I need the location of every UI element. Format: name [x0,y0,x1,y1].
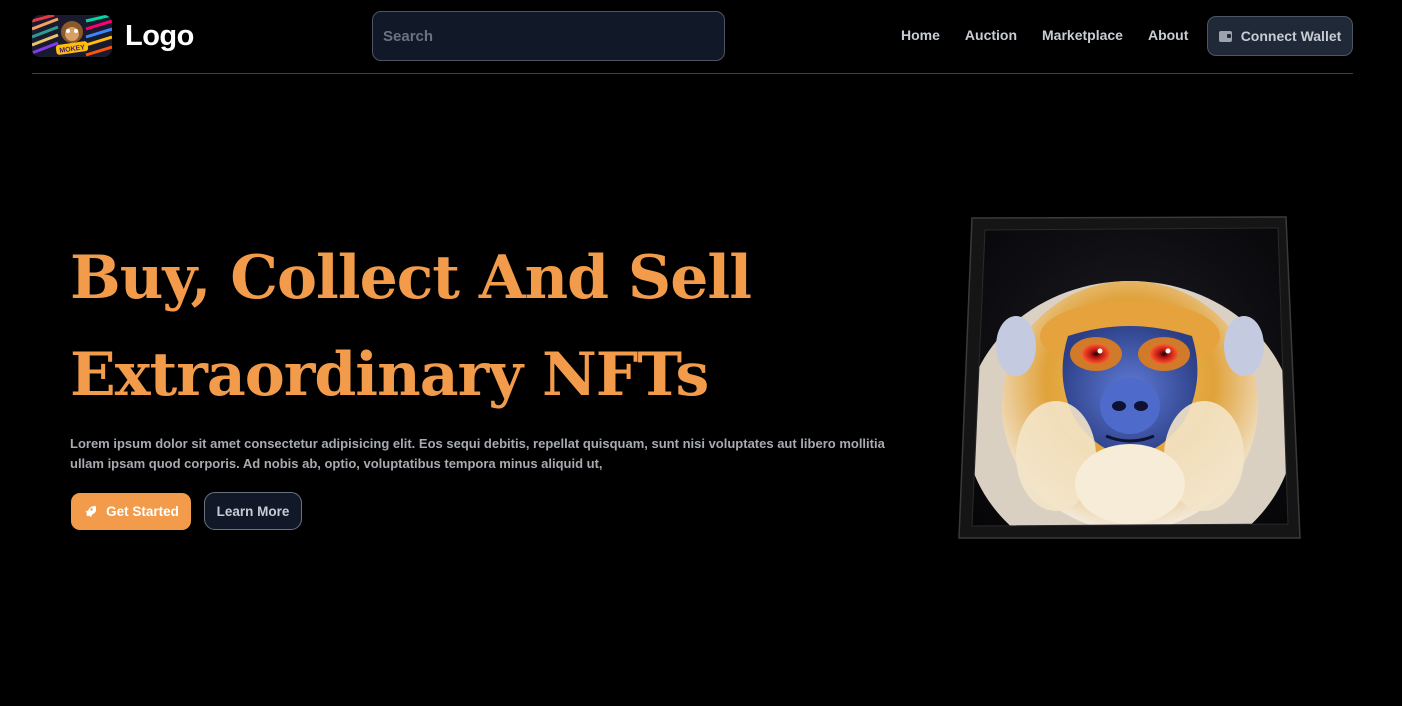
rocket-icon [85,505,97,518]
search-input[interactable] [372,11,725,61]
connect-wallet-label: Connect Wallet [1240,28,1342,44]
nft-card[interactable] [958,216,1301,540]
hero-title: Buy, Collect And Sell Extraordinary NFTs [70,230,770,424]
hero-description-line-1: Lorem ipsum dolor sit amet consectetur a… [70,436,885,451]
main-nav: Home Auction Marketplace About [901,27,1188,43]
learn-more-label: Learn More [216,503,290,519]
wallet-icon [1218,30,1232,42]
hero-description: Lorem ipsum dolor sit amet consectetur a… [70,434,900,474]
nav-marketplace[interactable]: Marketplace [1042,27,1123,43]
site-header: MOKEY Logo Home Auction Marketplace Abou… [32,0,1353,74]
nft-card-image [958,216,1301,539]
logo[interactable]: MOKEY Logo [32,15,194,57]
logo-badge-image: MOKEY [32,15,112,57]
get-started-label: Get Started [106,504,179,519]
learn-more-button[interactable]: Learn More [204,492,302,530]
hero-title-line-2: Extraordinary NFTs [70,340,709,410]
nav-about[interactable]: About [1148,27,1188,43]
logo-text: Logo [125,19,194,52]
nav-auction[interactable]: Auction [965,27,1017,43]
hero-description-line-2: ullam ipsam quod corporis. Ad nobis ab, … [70,456,603,471]
get-started-button[interactable]: Get Started [71,493,191,530]
nav-home[interactable]: Home [901,27,940,43]
connect-wallet-button[interactable]: Connect Wallet [1207,16,1353,56]
hero-title-line-1: Buy, Collect And Sell [70,243,752,313]
